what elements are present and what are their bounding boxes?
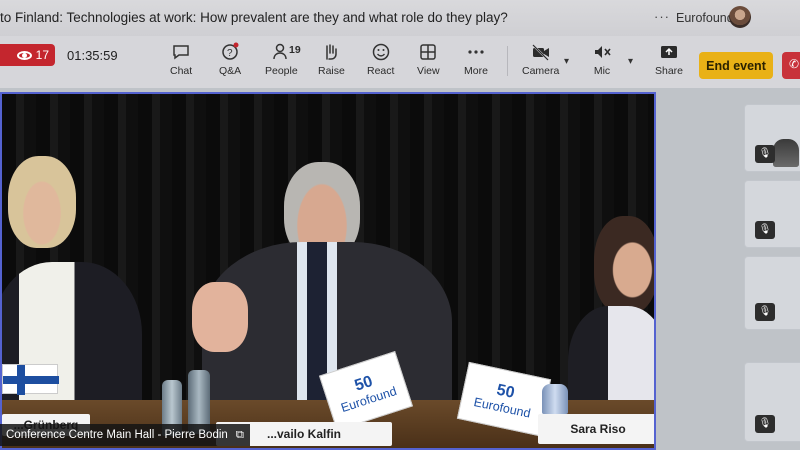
speaker-mute-icon — [595, 46, 611, 58]
camera-button[interactable]: Camera — [522, 42, 559, 77]
share-label: Share — [655, 65, 684, 77]
participant-avatar — [773, 139, 799, 167]
meeting-title: to Finland: Technologies at work: How pr… — [0, 10, 508, 25]
people-count: 19 — [289, 44, 301, 56]
meeting-timer: 01:35:59 — [67, 48, 118, 63]
people-label: People — [265, 65, 298, 77]
chat-button[interactable]: Chat — [170, 42, 192, 77]
camera-off-icon — [531, 44, 549, 61]
mic-button[interactable]: Mic — [592, 42, 612, 77]
chat-label: Chat — [170, 65, 193, 77]
raise-hand-icon — [326, 44, 338, 60]
ellipsis-icon — [468, 50, 484, 54]
smiley-icon — [372, 43, 389, 61]
camera-label: Camera — [522, 65, 560, 77]
mic-label: Mic — [593, 65, 611, 77]
more-button[interactable]: More — [464, 42, 488, 77]
finland-flag — [2, 364, 59, 395]
react-button[interactable]: React — [367, 42, 394, 77]
water-bottle — [542, 384, 568, 414]
mic-muted-icon: 🎙 — [755, 415, 775, 433]
meeting-toolbar: 17 01:35:59 Chat ? Q&A 19 People Raise R… — [0, 36, 800, 88]
grid-icon — [420, 44, 437, 60]
raise-hand-button[interactable]: Raise — [318, 42, 345, 77]
share-button[interactable]: Share — [655, 42, 683, 77]
svg-text:?: ? — [227, 48, 233, 59]
more-label: More — [464, 65, 488, 77]
leave-call-button[interactable]: ✆ — [782, 52, 800, 79]
qa-icon: ? — [222, 42, 239, 60]
qa-button[interactable]: ? Q&A — [219, 42, 241, 77]
source-caption: Conference Centre Main Hall - Pierre Bod… — [6, 429, 228, 441]
view-label: View — [417, 65, 440, 77]
phone-icon: ✆ — [789, 57, 800, 71]
mic-muted-icon: 🎙 — [755, 145, 775, 163]
window-titlebar: to Finland: Technologies at work: How pr… — [0, 0, 800, 36]
raise-label: Raise — [318, 65, 345, 77]
react-label: React — [367, 65, 395, 77]
toolbar-divider — [507, 46, 508, 76]
eye-icon — [16, 50, 32, 60]
live-viewers-badge: 17 — [0, 44, 55, 66]
end-event-button[interactable]: End event — [699, 52, 773, 79]
participant-tile[interactable]: 🎙 — [744, 104, 800, 172]
nameplate-right: Sara Riso — [538, 414, 654, 444]
participant-tile[interactable]: 🎙 — [744, 180, 800, 248]
chat-icon — [173, 45, 189, 60]
mic-muted-icon: 🎙 — [755, 221, 775, 239]
view-button[interactable]: View — [417, 42, 440, 77]
more-options-icon[interactable]: ··· — [654, 9, 670, 24]
video-caption-bar: Conference Centre Main Hall - Pierre Bod… — [0, 424, 251, 446]
mic-muted-icon: 🎙 — [755, 303, 775, 321]
picture-in-picture-icon[interactable]: ⧉ — [236, 429, 244, 442]
viewer-count: 17 — [35, 48, 49, 62]
mic-options-chevron-down-icon[interactable]: ▾ — [628, 56, 633, 67]
camera-options-chevron-down-icon[interactable]: ▾ — [564, 56, 569, 67]
participant-tile[interactable]: 🎙 — [744, 362, 800, 442]
organization-name: Eurofound — [676, 11, 734, 25]
main-video-feed[interactable]: 50 Eurofound 50 Eurofound ...Grünberg ..… — [0, 92, 656, 450]
qa-label: Q&A — [219, 65, 242, 77]
people-button[interactable]: 19 People — [265, 42, 301, 77]
participant-tile[interactable]: 🎙 — [744, 256, 800, 330]
avatar[interactable] — [729, 6, 751, 28]
share-screen-icon — [661, 46, 678, 58]
